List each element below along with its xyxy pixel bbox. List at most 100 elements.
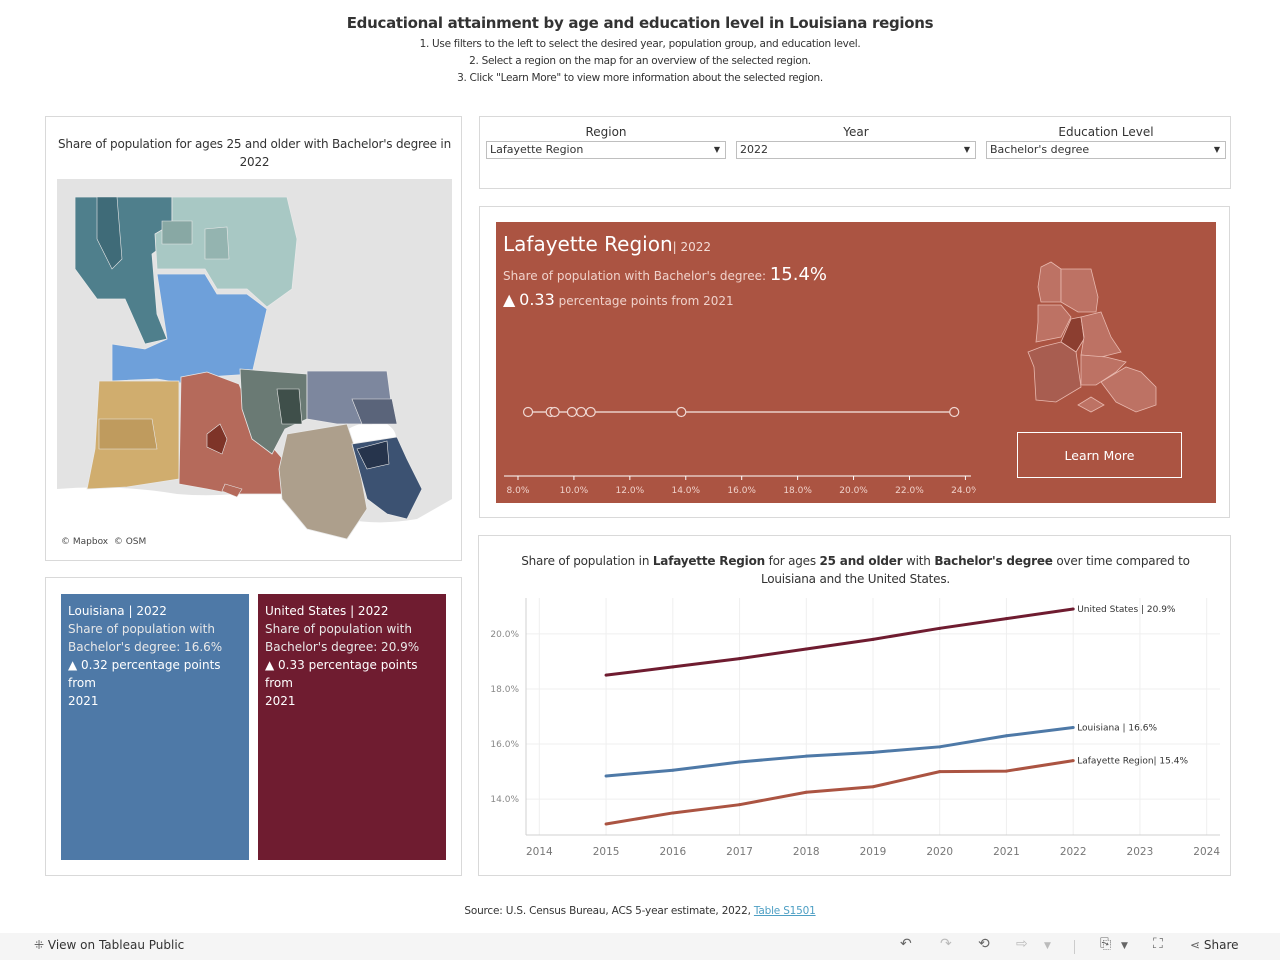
parish-dot[interactable]: [585, 406, 596, 418]
data-point[interactable]: [804, 647, 808, 651]
region-mini-map[interactable]: [1016, 257, 1166, 417]
data-point[interactable]: [1004, 734, 1008, 738]
education-filter-label: Education Level: [1058, 125, 1154, 139]
data-point[interactable]: [671, 665, 675, 669]
instruction-3: 3. Click "Learn More" to view more infor…: [457, 72, 823, 84]
dot-axis-tick-label: 24.0%: [951, 486, 976, 496]
x-tick-label: 2016: [659, 846, 686, 858]
data-point[interactable]: [604, 673, 608, 677]
data-point[interactable]: [804, 754, 808, 758]
year-filter-label: Year: [843, 125, 869, 139]
revert-icon[interactable]: ⟲: [978, 936, 990, 952]
source-link[interactable]: Table S1501: [754, 905, 816, 917]
redo-icon[interactable]: ↷: [940, 936, 952, 952]
data-point[interactable]: [604, 774, 608, 778]
mini-parish-5[interactable]: [1027, 341, 1082, 403]
data-point[interactable]: [738, 657, 742, 661]
region-name: Lafayette Region| 2022: [503, 232, 711, 256]
region-card: Lafayette Region| 2022 Share of populati…: [496, 222, 1216, 503]
osm-credit[interactable]: © OSM: [114, 537, 146, 547]
share-button[interactable]: ⋖ Share: [1190, 938, 1239, 952]
year-dropdown[interactable]: 2022 ▼: [736, 141, 976, 159]
data-point[interactable]: [938, 770, 942, 774]
fullscreen-icon[interactable]: ⛶: [1153, 936, 1163, 952]
chevron-down-icon[interactable]: ▼: [964, 142, 970, 158]
download-icon[interactable]: ⎘: [1100, 936, 1111, 952]
map-svg[interactable]: [57, 179, 452, 551]
trend-title-part: with: [902, 554, 935, 568]
trend-title-region: Lafayette Region: [652, 554, 765, 568]
learn-more-button[interactable]: Learn More: [1017, 432, 1182, 478]
map-credit: © Mapbox © OSM: [61, 537, 146, 547]
x-tick-label: 2023: [1127, 846, 1154, 858]
data-point[interactable]: [1071, 607, 1075, 611]
parish-southwest-dark[interactable]: [98, 418, 158, 450]
data-point[interactable]: [604, 822, 608, 826]
trend-title-education: Bachelor's degree: [934, 554, 1053, 568]
data-point[interactable]: [671, 768, 675, 772]
x-tick-label: 2014: [526, 846, 553, 858]
parish-dot[interactable]: [949, 406, 960, 418]
chevron-down-icon[interactable]: ▼: [714, 142, 720, 158]
view-on-tableau-public-button[interactable]: ⁜ View on Tableau Public: [34, 938, 184, 952]
data-point[interactable]: [738, 760, 742, 764]
region-dropdown[interactable]: Lafayette Region ▼: [486, 141, 726, 159]
data-point[interactable]: [1071, 759, 1075, 763]
data-point[interactable]: [871, 750, 875, 754]
parish-dot[interactable]: [576, 406, 587, 418]
data-point[interactable]: [938, 745, 942, 749]
education-dropdown-value: Bachelor's degree: [990, 143, 1090, 156]
louisiana-map[interactable]: © Mapbox © OSM: [57, 179, 452, 551]
dot-axis-tick-label: 12.0%: [616, 486, 645, 496]
parish-dot[interactable]: [566, 406, 578, 418]
parish-dot[interactable]: [549, 406, 560, 418]
triangle-up-icon: ▲: [503, 290, 516, 309]
data-point[interactable]: [871, 785, 875, 789]
parish-northeast-dark[interactable]: [161, 220, 193, 245]
parish-northeast-mid[interactable]: [204, 226, 230, 260]
trend-panel: 2014 2015 2016 2017 2018 2019 2020 2021 2022 2023…: [478, 535, 1231, 876]
tableau-toolbar: ⁜ View on Tableau Public ↶ ↷ ⟲ ⇨ ▼ ⎘ ▼ ⛶…: [0, 933, 1280, 960]
mini-parish-1[interactable]: [1037, 261, 1062, 303]
series-line-louisiana[interactable]: [605, 726, 1074, 778]
chevron-down-icon[interactable]: ▼: [1214, 142, 1220, 158]
series-line-united-states[interactable]: [605, 607, 1074, 677]
parish-dot[interactable]: [676, 406, 687, 418]
map-panel: Share of population for ages 25 and olde…: [45, 116, 462, 561]
data-point[interactable]: [804, 790, 808, 794]
data-point[interactable]: [871, 637, 875, 641]
refresh-dropdown-icon[interactable]: ▼: [1044, 941, 1051, 951]
data-point[interactable]: [738, 803, 742, 807]
dashboard-header: Educational attainment by age and educat…: [0, 14, 1280, 87]
source-text: Source: U.S. Census Bureau, ACS 5-year e…: [464, 905, 754, 917]
parish-dot[interactable]: [522, 406, 534, 418]
year-filter: Year 2022 ▼: [736, 125, 976, 159]
instruction-2: 2. Select a region on the map for an ove…: [469, 55, 811, 67]
y-tick-label: 20.0%: [490, 630, 519, 640]
trend-chart-title: Share of population in Lafayette Region …: [479, 552, 1232, 588]
region-change-text: percentage points from 2021: [558, 294, 734, 308]
x-tick-label: 2020: [926, 846, 953, 858]
mini-parish-2[interactable]: [1060, 268, 1099, 313]
undo-icon[interactable]: ↶: [900, 936, 912, 952]
toolbar-divider: [1074, 940, 1075, 954]
data-point[interactable]: [671, 811, 675, 815]
refresh-icon[interactable]: ⇨: [1016, 936, 1028, 952]
data-point[interactable]: [1004, 769, 1008, 773]
mini-parish-8[interactable]: [1077, 396, 1105, 413]
data-point[interactable]: [938, 626, 942, 630]
dot-axis-tick-label: 8.0%: [507, 486, 530, 496]
dot-axis-tick-label: 16.0%: [727, 486, 756, 496]
comparison-panel: Louisiana | 2022 Share of population wit…: [45, 577, 462, 876]
louisiana-card-year: 2021: [68, 694, 99, 708]
mini-parish-4[interactable]: [1080, 311, 1122, 358]
mapbox-credit[interactable]: © Mapbox: [61, 537, 108, 547]
education-dropdown[interactable]: Bachelor's degree ▼: [986, 141, 1226, 159]
region-share-value: 15.4%: [769, 264, 828, 285]
region-year: | 2022: [672, 240, 712, 254]
download-dropdown-icon[interactable]: ▼: [1121, 941, 1128, 951]
data-point[interactable]: [1004, 617, 1008, 621]
data-point[interactable]: [1071, 726, 1075, 730]
filter-panel: Region Lafayette Region ▼ Year 2022 ▼ Ed…: [479, 116, 1231, 189]
y-tick-label: 16.0%: [490, 740, 519, 750]
